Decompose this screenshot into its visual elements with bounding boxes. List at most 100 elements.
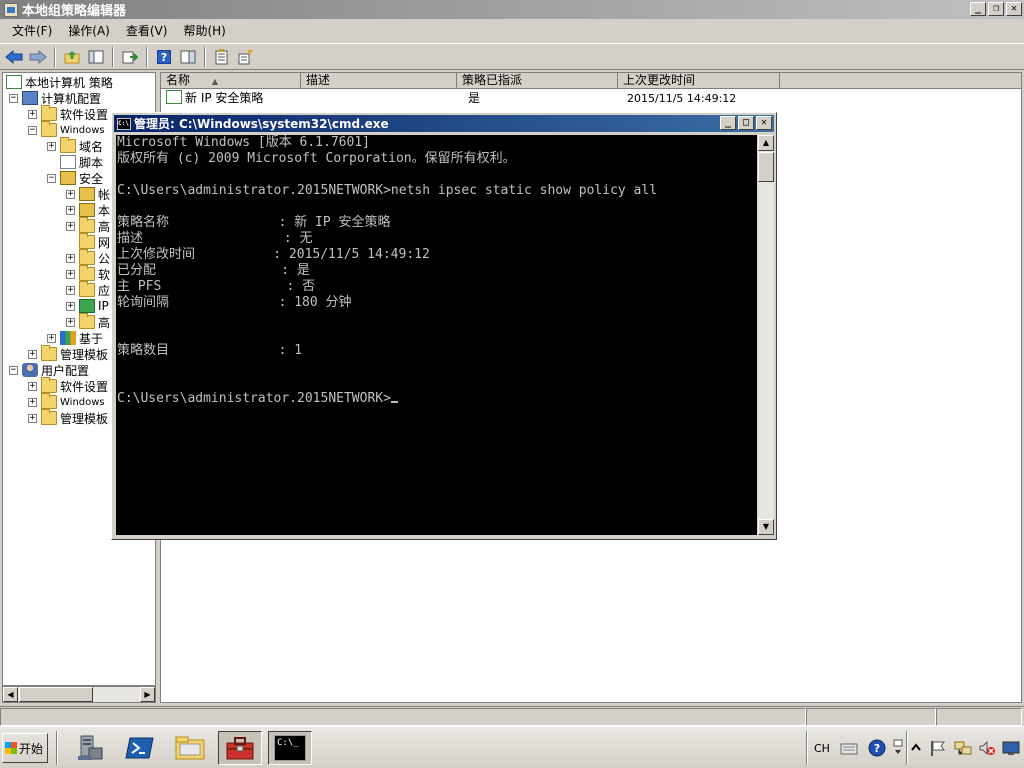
tree-item-app-control[interactable]: + 应 bbox=[66, 281, 110, 298]
properties-icon[interactable] bbox=[212, 47, 232, 67]
tree-label: 用户配置 bbox=[41, 363, 90, 378]
show-hide-tree-icon[interactable] bbox=[86, 47, 106, 67]
scroll-left-icon[interactable]: ◀ bbox=[3, 687, 18, 702]
start-button[interactable]: 开始 bbox=[2, 733, 48, 763]
cmd-title: 管理员: C:\Windows\system32\cmd.exe bbox=[134, 117, 389, 131]
tree-item-network-list[interactable]: 网 bbox=[66, 233, 110, 250]
expand-icon[interactable]: + bbox=[28, 397, 37, 407]
expand-icon[interactable]: + bbox=[47, 141, 56, 151]
tree-label: IP bbox=[98, 299, 109, 313]
tree-item-user-windows-settings[interactable]: + Windows bbox=[28, 393, 105, 410]
menu-action[interactable]: 操作(A) bbox=[60, 22, 118, 40]
column-header-modified[interactable]: 上次更改时间 bbox=[618, 73, 780, 89]
collapse-icon[interactable]: − bbox=[9, 93, 18, 103]
expand-icon[interactable]: + bbox=[28, 349, 37, 359]
collapse-icon[interactable]: − bbox=[9, 365, 18, 375]
export-list-icon[interactable] bbox=[120, 47, 140, 67]
script-icon bbox=[60, 155, 76, 169]
keyboard-icon[interactable] bbox=[840, 733, 858, 763]
cmd-console[interactable]: Microsoft Windows [版本 6.1.7601] 版权所有 (c)… bbox=[116, 135, 757, 535]
console-line: 轮询间隔 : 180 分钟 bbox=[117, 295, 352, 310]
tree-item-advanced-audit[interactable]: + 高 bbox=[66, 313, 110, 330]
help-icon[interactable]: ? bbox=[154, 47, 174, 67]
expand-icon[interactable]: + bbox=[66, 205, 75, 215]
language-indicator[interactable]: CH bbox=[814, 733, 830, 763]
tree-item-user-software-settings[interactable]: + 软件设置 bbox=[28, 377, 108, 394]
menu-help[interactable]: 帮助(H) bbox=[175, 22, 233, 40]
toolbox-icon[interactable] bbox=[218, 731, 262, 765]
expand-icon[interactable]: + bbox=[66, 317, 75, 327]
properties-pane-icon[interactable] bbox=[178, 47, 198, 67]
filter-options-icon[interactable] bbox=[236, 47, 256, 67]
console-line: 主 PFS : 否 bbox=[117, 279, 316, 294]
cmd-vertical-scrollbar[interactable]: ▲ ▼ bbox=[758, 135, 774, 535]
explorer-icon[interactable] bbox=[168, 731, 212, 765]
volume-muted-icon[interactable] bbox=[978, 733, 996, 763]
show-desktop-icon[interactable] bbox=[1002, 733, 1020, 763]
tree-item-security-settings[interactable]: − 安全 bbox=[47, 170, 103, 186]
tree-item-software-settings[interactable]: + 软件设置 bbox=[28, 105, 108, 122]
expand-icon[interactable]: + bbox=[66, 189, 75, 199]
tree-horizontal-scrollbar[interactable]: ◀ ▶ bbox=[2, 686, 156, 703]
taskbar-separator bbox=[806, 731, 808, 765]
action-center-flag-icon[interactable] bbox=[929, 733, 947, 763]
expand-icon[interactable]: + bbox=[66, 221, 75, 231]
tree-item-scripts[interactable]: 脚本 bbox=[47, 154, 103, 170]
tree-item-admin-templates[interactable]: + 管理模板 bbox=[28, 345, 108, 362]
show-hidden-icons[interactable] bbox=[911, 733, 921, 763]
cmd-taskbar-button[interactable]: C:\_ bbox=[268, 731, 312, 765]
expand-icon[interactable]: + bbox=[66, 301, 75, 311]
help-tray-icon[interactable]: ? bbox=[868, 733, 886, 763]
menu-view[interactable]: 查看(V) bbox=[118, 22, 176, 40]
options-icon[interactable] bbox=[893, 733, 903, 763]
tree-item-windows-settings[interactable]: − Windows bbox=[28, 121, 105, 138]
cmd-titlebar[interactable]: C:\ 管理员: C:\Windows\system32\cmd.exe _ □… bbox=[114, 115, 774, 132]
tree-item-advanced-firewall[interactable]: + 高 bbox=[66, 217, 110, 234]
collapse-icon[interactable]: − bbox=[47, 173, 56, 183]
tree-label: 域名 bbox=[79, 139, 104, 154]
cmd-minimize-button[interactable]: _ bbox=[720, 116, 736, 130]
tree-item-user-config[interactable]: − 用户配置 bbox=[9, 362, 89, 378]
expand-icon[interactable]: + bbox=[28, 413, 37, 423]
tree-item-name-resolution[interactable]: + 域名 bbox=[47, 137, 104, 154]
expand-icon[interactable]: + bbox=[66, 269, 75, 279]
tree-item-account-policies[interactable]: + 帐 bbox=[66, 186, 110, 202]
scroll-thumb[interactable] bbox=[758, 152, 774, 182]
column-header-name[interactable]: 名称 ▲ bbox=[161, 73, 301, 89]
scroll-down-icon[interactable]: ▼ bbox=[758, 519, 774, 535]
tree-item-local-policies[interactable]: + 本 bbox=[66, 202, 110, 218]
tree-item-user-admin-templates[interactable]: + 管理模板 bbox=[28, 409, 108, 426]
restore-button[interactable]: ❐ bbox=[988, 2, 1004, 16]
tree-item-policy-qos[interactable]: + 基于 bbox=[47, 330, 103, 346]
cmd-maximize-button[interactable]: □ bbox=[738, 116, 754, 130]
tree-item-public-key[interactable]: + 公 bbox=[66, 249, 110, 266]
cmd-close-button[interactable]: ✕ bbox=[756, 116, 772, 130]
powershell-icon[interactable] bbox=[118, 731, 162, 765]
back-icon[interactable] bbox=[4, 47, 24, 67]
column-header-assigned[interactable]: 策略已指派 bbox=[457, 73, 618, 89]
network-icon[interactable] bbox=[954, 733, 972, 763]
expand-icon[interactable]: + bbox=[66, 285, 75, 295]
scroll-up-icon[interactable]: ▲ bbox=[758, 135, 774, 151]
server-manager-icon[interactable] bbox=[68, 731, 112, 765]
column-header-description[interactable]: 描述 bbox=[301, 73, 457, 89]
menu-file[interactable]: 文件(F) bbox=[4, 22, 60, 40]
expand-icon[interactable]: + bbox=[28, 109, 37, 119]
tree-label: Windows bbox=[60, 396, 105, 408]
close-button[interactable]: ✕ bbox=[1006, 2, 1022, 16]
forward-icon[interactable] bbox=[28, 47, 48, 67]
tree-item-software-restriction[interactable]: + 软 bbox=[66, 265, 110, 282]
scroll-right-icon[interactable]: ▶ bbox=[140, 687, 155, 702]
tree-item-computer-config[interactable]: − 计算机配置 bbox=[9, 90, 101, 106]
expand-icon[interactable]: + bbox=[66, 253, 75, 263]
tree-item-root[interactable]: 本地计算机 策略 bbox=[6, 74, 113, 90]
up-folder-icon[interactable] bbox=[62, 47, 82, 67]
minimize-button[interactable]: _ bbox=[970, 2, 986, 16]
tree-item-ip-security[interactable]: + IP bbox=[66, 298, 109, 314]
expand-icon[interactable]: + bbox=[28, 381, 37, 391]
cmd-window[interactable]: C:\ 管理员: C:\Windows\system32\cmd.exe _ □… bbox=[111, 112, 777, 540]
expand-icon[interactable]: + bbox=[47, 333, 56, 343]
collapse-icon[interactable]: − bbox=[28, 125, 37, 135]
list-item[interactable]: 新 IP 安全策略 bbox=[166, 90, 263, 107]
scroll-thumb[interactable] bbox=[19, 687, 93, 702]
